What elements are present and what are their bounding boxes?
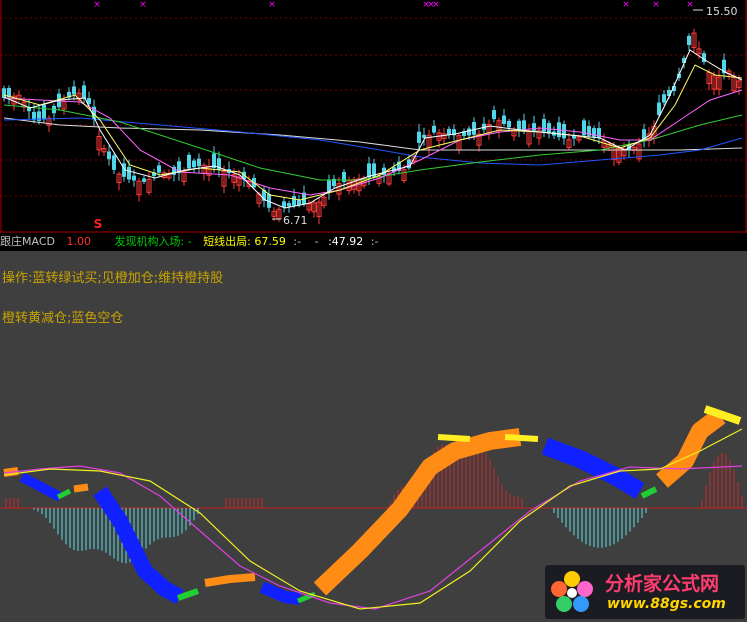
logo-title: 分析家公式网 (605, 573, 720, 595)
separator-1: :- (293, 235, 302, 248)
cross-marker: × (622, 0, 630, 10)
price-candlestick-panel[interactable]: × × × × × × × × × 15.50 6.71 S (0, 0, 747, 233)
cross-marker: × (139, 0, 147, 10)
ribbon-blue-3 (259, 581, 301, 605)
candle-body (112, 155, 116, 170)
candle-body (662, 94, 666, 103)
candle-body (82, 85, 86, 99)
separator-3: :- (370, 235, 379, 248)
ribbon-yellow-2 (504, 434, 539, 442)
candle-body (157, 165, 161, 173)
indicator-name[interactable]: 跟庄MACD (0, 235, 55, 248)
low-price-label: 6.71 (283, 214, 308, 227)
candle-body (687, 35, 691, 45)
entry-value: - (187, 235, 192, 248)
second-value: :47.92 (328, 235, 364, 248)
candle-body (422, 134, 426, 138)
candle-body (42, 104, 46, 120)
candle-body (192, 160, 196, 168)
candle-body (517, 120, 521, 131)
candle-body (507, 120, 511, 128)
candle-body (492, 110, 496, 120)
ma5-line (3, 49, 743, 209)
candle-body (447, 128, 451, 135)
candlestick-chart[interactable]: × × × ××× × × × 15.506.71S (0, 0, 747, 233)
indicator-status-bar: 跟庄MACD 1.00 发现机构入场: - 短线出局: 67.59 :- - :… (0, 233, 747, 251)
separator-2: - (314, 235, 319, 248)
cross-marker: × (432, 0, 440, 10)
flower-logo-icon (551, 571, 593, 612)
cross-marker: × (686, 0, 694, 10)
candle-body (502, 115, 506, 124)
candle-body (562, 124, 566, 139)
ribbon-blue-1 (19, 472, 63, 502)
candle-body (287, 203, 291, 207)
candle-body (417, 131, 421, 143)
ribbon-orange-2 (73, 483, 89, 493)
sell-signal-mark: S (94, 217, 103, 231)
indicator-value: 1.00 (66, 235, 91, 248)
candle-body (542, 119, 546, 132)
ribbon-orange-5 (656, 408, 726, 488)
candle-body (327, 180, 331, 192)
candle-body (127, 166, 131, 180)
cross-marker: × (268, 0, 276, 10)
candle-body (197, 158, 201, 167)
candle-body (142, 178, 146, 182)
stock-chart-window: { "price_panel": { "high_label": "15.50"… (0, 0, 747, 622)
candle-body (187, 154, 191, 169)
candle-body (282, 201, 286, 208)
candle-body (72, 86, 76, 95)
candle-body (472, 121, 476, 135)
candle-body (292, 196, 296, 206)
candle-body (532, 123, 536, 131)
entry-label: 发现机构入场: (114, 235, 185, 248)
candle-body (2, 88, 6, 98)
candle-body (467, 128, 471, 136)
ribbon-yellow-1 (437, 434, 471, 442)
exit-label: 短线出局: (203, 235, 251, 248)
cross-marker: × (93, 0, 101, 10)
candle-body (132, 175, 136, 181)
candle-body (367, 163, 371, 178)
ribbon-green-4 (640, 486, 658, 499)
exit-value: 67.59 (254, 235, 286, 248)
ribbon-blue-2 (93, 486, 184, 605)
logo-url: www.88gs.com (607, 596, 726, 612)
candle-body (432, 125, 436, 133)
site-logo: 分析家公式网 www.88gs.com (545, 565, 745, 619)
high-price-label: 15.50 (706, 5, 738, 18)
ribbon-orange-3 (204, 573, 256, 587)
candle-body (107, 151, 111, 160)
cross-marker: × (652, 0, 660, 10)
